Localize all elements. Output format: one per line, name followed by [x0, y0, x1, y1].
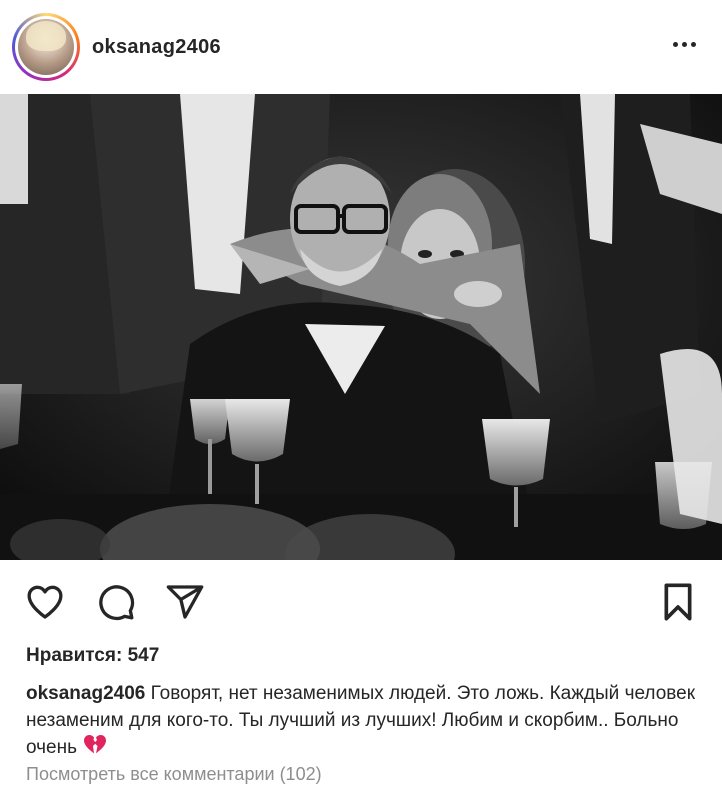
post-caption: oksanag2406 Говорят, нет незаменимых люд… [26, 680, 706, 764]
comment-icon[interactable] [96, 582, 136, 627]
caption-username[interactable]: oksanag2406 [26, 683, 145, 704]
post-header: oksanag2406 [0, 0, 722, 94]
more-dots-icon[interactable] [673, 42, 696, 47]
likes-count[interactable]: Нравится: 547 [26, 645, 159, 667]
action-bar [0, 560, 722, 642]
heart-icon[interactable] [25, 582, 65, 627]
broken-heart-icon [83, 734, 107, 764]
story-ring[interactable] [12, 13, 80, 81]
bookmark-icon[interactable] [660, 582, 696, 627]
post-username[interactable]: oksanag2406 [92, 36, 221, 59]
avatar[interactable] [18, 19, 74, 75]
paper-plane-icon[interactable] [165, 582, 205, 627]
post-photo[interactable] [0, 94, 722, 560]
view-all-comments-link[interactable]: Посмотреть все комментарии (102) [26, 764, 322, 785]
